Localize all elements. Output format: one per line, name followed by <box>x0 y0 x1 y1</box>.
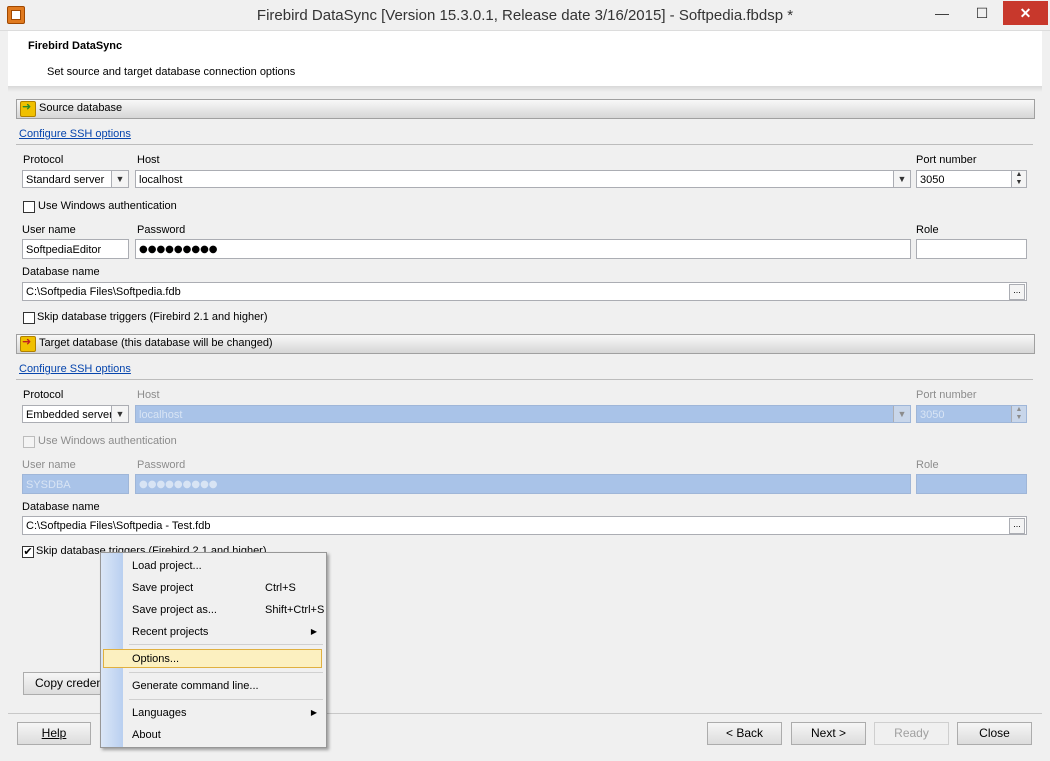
chevron-down-icon: ▼ <box>893 171 910 187</box>
target-database-section[interactable]: Target database (this database will be c… <box>16 334 1035 354</box>
source-port-label: Port number <box>916 154 977 166</box>
source-skip-triggers-label: Skip database triggers (Firebird 2.1 and… <box>37 311 268 323</box>
target-arrow-icon <box>20 335 36 352</box>
target-section-label: Target database (this database will be c… <box>39 337 273 349</box>
source-protocol-label: Protocol <box>23 154 64 166</box>
target-win-auth-label: Use Windows authentication <box>38 435 177 447</box>
source-user-label: User name <box>22 224 76 236</box>
maximize-button[interactable]: ☐ <box>962 1 1002 25</box>
source-protocol-select[interactable]: Standard server ▼ <box>22 170 129 188</box>
source-ssh-link[interactable]: Configure SSH options <box>19 128 131 140</box>
chevron-down-icon: ▼ <box>111 406 128 422</box>
target-host-value: localhost <box>139 409 183 421</box>
menu-item-label: Save project <box>132 582 194 594</box>
help-button[interactable]: Help <box>17 722 91 745</box>
target-protocol-value: Embedded server <box>26 409 113 421</box>
source-database-section[interactable]: Source database <box>16 99 1035 119</box>
header-divider <box>8 86 1042 92</box>
browse-button[interactable]: ... <box>1009 518 1025 534</box>
menu-item-recent-projects[interactable]: Recent projects ▶ <box>132 623 317 641</box>
source-dbname-label: Database name <box>22 266 100 278</box>
source-host-label: Host <box>137 154 160 166</box>
menu-item-generate-command-line[interactable]: Generate command line... <box>132 677 317 695</box>
source-arrow-icon <box>20 100 36 117</box>
target-divider <box>16 379 1033 380</box>
chevron-down-icon: ▼ <box>111 171 128 187</box>
spin-arrows-icon[interactable]: ▲ ▼ <box>1011 171 1026 187</box>
menu-item-save-project[interactable]: Save project Ctrl+S <box>132 579 317 597</box>
target-port-spinner: 3050 ▲ ▼ <box>916 405 1027 423</box>
menu-item-label: Languages <box>132 707 187 719</box>
source-skip-triggers-checkbox[interactable] <box>23 312 35 324</box>
close-button[interactable]: Close <box>957 722 1032 745</box>
window-title: Firebird DataSync [Version 15.3.0.1, Rel… <box>256 7 794 24</box>
context-menu: Load project... Save project Ctrl+S Save… <box>100 552 327 748</box>
source-dbname-value: C:\Softpedia Files\Softpedia.fdb <box>26 286 181 298</box>
source-host-combo[interactable]: localhost ▼ <box>135 170 911 188</box>
target-dbname-label: Database name <box>22 501 100 513</box>
target-host-label: Host <box>137 389 160 401</box>
target-skip-triggers-checkbox[interactable]: ✔ <box>22 546 34 558</box>
menu-shortcut: Ctrl+S <box>265 582 296 594</box>
target-user-input: SYSDBA <box>22 474 129 494</box>
source-divider <box>16 144 1033 145</box>
menu-item-save-project-as[interactable]: Save project as... Shift+Ctrl+S <box>132 601 324 619</box>
header-title: Firebird DataSync <box>28 40 123 52</box>
source-user-input[interactable]: SoftpediaEditor <box>22 239 129 259</box>
source-password-label: Password <box>137 224 186 236</box>
target-win-auth-checkbox <box>23 436 35 448</box>
menu-item-options[interactable]: Options... <box>132 650 317 668</box>
close-window-button[interactable]: ✕ <box>1003 1 1048 25</box>
source-win-auth-label: Use Windows authentication <box>38 200 177 212</box>
chevron-down-icon: ▼ <box>893 406 910 422</box>
wizard-header: Firebird DataSync Set source and target … <box>8 31 1042 86</box>
menu-shortcut: Shift+Ctrl+S <box>265 604 325 616</box>
target-host-combo: localhost ▼ <box>135 405 911 423</box>
menu-item-label: Save project as... <box>132 604 217 616</box>
source-role-input[interactable] <box>916 239 1027 259</box>
ready-button: Ready <box>874 722 949 745</box>
menu-item-load-project[interactable]: Load project... <box>132 557 317 575</box>
source-port-spinner[interactable]: 3050 ▲ ▼ <box>916 170 1027 188</box>
menu-item-label: Recent projects <box>132 626 209 638</box>
target-role-input <box>916 474 1027 494</box>
source-protocol-value: Standard server <box>26 174 105 186</box>
source-host-value: localhost <box>139 174 183 186</box>
target-role-label: Role <box>916 459 939 471</box>
menu-item-about[interactable]: About <box>132 726 317 744</box>
help-label: Help <box>41 726 67 740</box>
minimize-button[interactable]: — <box>922 1 962 25</box>
target-dbname-input[interactable]: C:\Softpedia Files\Softpedia - Test.fdb … <box>22 516 1027 535</box>
target-dbname-value: C:\Softpedia Files\Softpedia - Test.fdb <box>26 520 211 532</box>
spin-arrows-icon: ▲ ▼ <box>1011 406 1026 422</box>
target-port-label: Port number <box>916 389 977 401</box>
target-user-label: User name <box>22 459 76 471</box>
source-section-label: Source database <box>39 102 123 114</box>
source-password-input[interactable]: ●●●●●●●●● <box>135 239 911 259</box>
target-password-label: Password <box>137 459 186 471</box>
submenu-arrow-icon: ▶ <box>310 708 317 717</box>
target-port-value: 3050 <box>920 409 945 421</box>
menu-separator <box>129 699 323 700</box>
submenu-arrow-icon: ▶ <box>310 627 317 636</box>
source-dbname-input[interactable]: C:\Softpedia Files\Softpedia.fdb ... <box>22 282 1027 301</box>
target-password-input: ●●●●●●●●● <box>135 474 911 494</box>
source-win-auth-checkbox[interactable] <box>23 201 35 213</box>
back-button[interactable]: < Back <box>707 722 782 745</box>
target-ssh-link[interactable]: Configure SSH options <box>19 363 131 375</box>
menu-separator <box>129 672 323 673</box>
header-subtitle: Set source and target database connectio… <box>47 66 296 78</box>
title-bar: Firebird DataSync [Version 15.3.0.1, Rel… <box>0 0 1050 31</box>
source-role-label: Role <box>916 224 939 236</box>
next-button[interactable]: Next > <box>791 722 866 745</box>
menu-separator <box>129 644 323 645</box>
target-protocol-select[interactable]: Embedded server ▼ <box>22 405 129 423</box>
menu-item-languages[interactable]: Languages ▶ <box>132 704 317 722</box>
target-protocol-label: Protocol <box>23 389 64 401</box>
source-port-value: 3050 <box>920 174 945 186</box>
browse-button[interactable]: ... <box>1009 284 1025 300</box>
